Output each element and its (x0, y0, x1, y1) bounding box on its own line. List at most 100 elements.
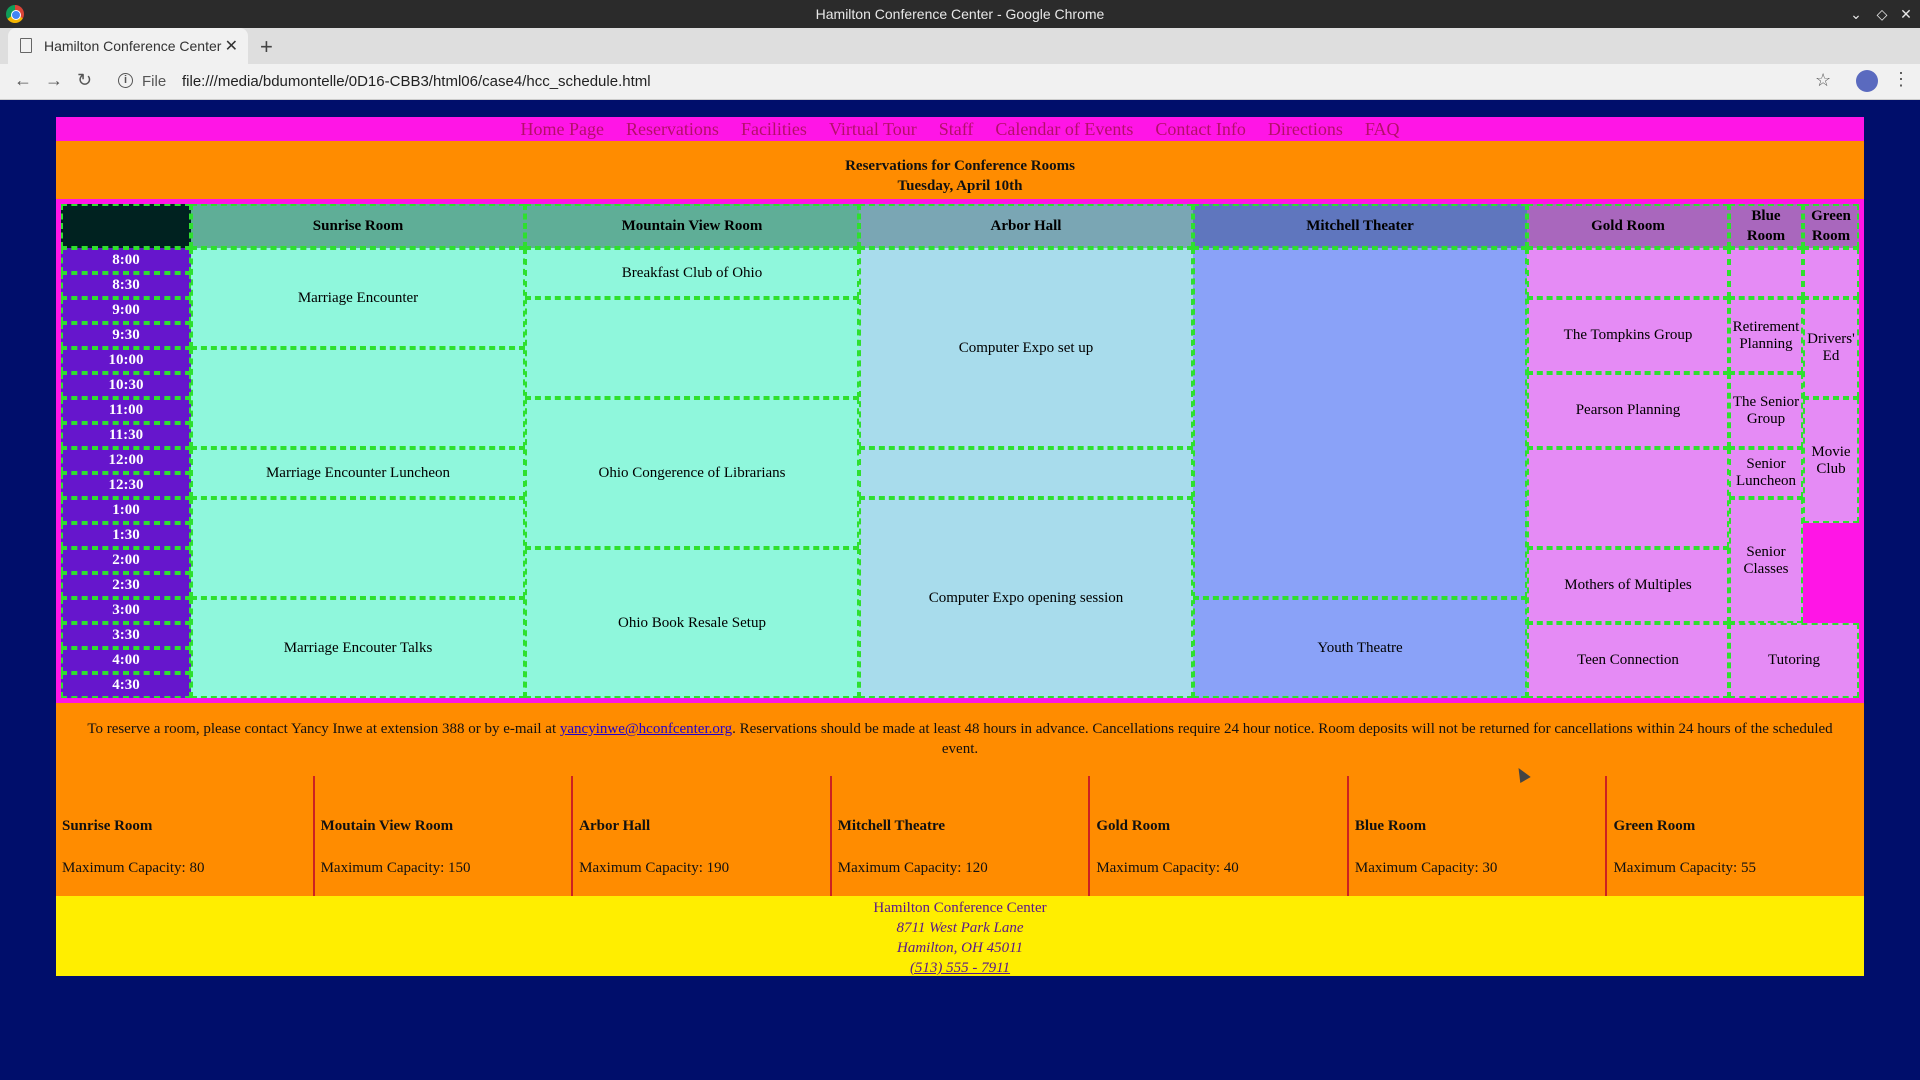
room-header-sunrise: Sunrise Room (191, 204, 525, 248)
time-slot: 1:30 (61, 523, 191, 548)
arbor-empty-slot (859, 448, 1193, 498)
capacity-sunrise: Sunrise Room Maximum Capacity: 80 (56, 776, 313, 896)
minimize-icon[interactable]: ⌄ (1846, 4, 1866, 24)
event-tompkins: The Tompkins Group (1527, 298, 1729, 373)
green-empty-slot (1803, 248, 1859, 298)
close-window-icon[interactable]: ✕ (1896, 4, 1916, 24)
event-teen-connection: Teen Connection (1527, 623, 1729, 698)
tab-strip: Hamilton Conference Center ✕ + (0, 28, 1920, 64)
sunrise-empty-block-2 (191, 498, 525, 598)
time-slot: 8:00 (61, 248, 191, 273)
capacity-gold: Gold Room Maximum Capacity: 40 (1088, 776, 1347, 896)
time-slot: 2:30 (61, 573, 191, 598)
time-slot: 11:00 (61, 398, 191, 423)
capacity-value: Maximum Capacity: 30 (1354, 860, 1498, 876)
event-librarians: Ohio Congerence of Librarians (525, 398, 859, 548)
window-titlebar: Hamilton Conference Center - Google Chro… (0, 0, 1920, 28)
gold-empty-block (1527, 448, 1729, 548)
menu-icon[interactable]: ⋮ (1892, 69, 1910, 90)
capacity-mountain: Moutain View Room Maximum Capacity: 150 (312, 776, 572, 896)
time-slot: 12:00 (61, 448, 191, 473)
room-header-gold: Gold Room (1527, 204, 1729, 248)
url-scheme: File (142, 73, 167, 90)
address-bar[interactable]: i File file:///media/bdumontelle/0D16-CB… (110, 68, 1830, 96)
url-text[interactable]: file:///media/bdumontelle/0D16-CBB3/html… (182, 73, 651, 90)
reload-icon[interactable]: ↻ (77, 70, 92, 91)
nav-faq[interactable]: FAQ (1365, 119, 1400, 139)
info-icon[interactable]: i (118, 73, 133, 88)
reservation-notice: To reserve a room, please contact Yancy … (56, 703, 1864, 776)
capacity-value: Maximum Capacity: 150 (320, 860, 471, 876)
notice-text-after: . Reservations should be made at least 4… (732, 721, 1833, 757)
browser-toolbar: ← → ↻ i File file:///media/bdumontelle/0… (0, 64, 1920, 100)
time-slot: 9:00 (61, 298, 191, 323)
capacity-room-name: Blue Room (1354, 818, 1427, 834)
capacity-blue: Blue Room Maximum Capacity: 30 (1346, 776, 1606, 896)
nav-reservations[interactable]: Reservations (626, 119, 719, 139)
nav-contact[interactable]: Contact Info (1155, 119, 1245, 139)
street-address: 8711 West Park Lane (896, 920, 1024, 936)
event-expo-setup: Computer Expo set up (859, 248, 1193, 448)
capacity-green: Green Room Maximum Capacity: 55 (1605, 776, 1864, 896)
city-address: Hamilton, OH 45011 (897, 940, 1023, 956)
nav-virtual-tour[interactable]: Virtual Tour (829, 119, 917, 139)
event-pearson: Pearson Planning (1527, 373, 1729, 448)
event-drivers-ed: Drivers' Ed (1803, 298, 1859, 398)
time-slot: 3:30 (61, 623, 191, 648)
bookmark-star-icon[interactable]: ☆ (1815, 70, 1831, 91)
capacity-room-name: Arbor Hall (579, 818, 651, 834)
phone-link[interactable]: (513) 555 - 7911 (910, 960, 1010, 976)
event-senior-luncheon: Senior Luncheon (1729, 448, 1803, 498)
nav-staff[interactable]: Staff (939, 119, 974, 139)
capacity-room-name: Green Room (1613, 818, 1696, 834)
browser-tab[interactable]: Hamilton Conference Center ✕ (8, 28, 248, 64)
time-slot: 4:00 (61, 648, 191, 673)
close-tab-icon[interactable]: ✕ (225, 36, 238, 56)
room-header-green: Green Room (1803, 204, 1859, 248)
nav-home[interactable]: Home Page (520, 119, 603, 139)
time-slot: 1:00 (61, 498, 191, 523)
capacity-mitchell: Mitchell Theatre Maximum Capacity: 120 (829, 776, 1089, 896)
event-movie-club: Movie Club (1803, 398, 1859, 523)
time-slot: 10:00 (61, 348, 191, 373)
time-slot: 8:30 (61, 273, 191, 298)
schedule-header: Reservations for Conference Rooms Tuesda… (56, 141, 1864, 199)
back-icon[interactable]: ← (14, 70, 32, 91)
forward-icon[interactable]: → (45, 70, 63, 91)
time-slot: 9:30 (61, 323, 191, 348)
new-tab-icon[interactable]: + (260, 34, 273, 60)
room-header-arbor: Arbor Hall (859, 204, 1193, 248)
event-breakfast-club: Breakfast Club of Ohio (525, 248, 859, 298)
maximize-icon[interactable]: ◇ (1872, 4, 1892, 24)
room-header-blue: Blue Room (1729, 204, 1803, 248)
mitchell-empty-block (1193, 248, 1527, 598)
event-marriage-talks: Marriage Encouter Talks (191, 598, 525, 698)
event-senior-group: The Senior Group (1729, 373, 1803, 448)
time-slot: 3:00 (61, 598, 191, 623)
nav-calendar[interactable]: Calendar of Events (995, 119, 1133, 139)
capacity-room-name: Gold Room (1096, 818, 1171, 834)
document-icon (20, 38, 32, 53)
site-nav: Home Page Reservations Facilities Virtual T… (56, 117, 1864, 141)
notice-text-before: To reserve a room, please contact Yancy … (87, 721, 560, 737)
room-header-mountain: Mountain View Room (525, 204, 859, 248)
address-footer: Hamilton Conference Center 8711 West Par… (56, 896, 1864, 976)
nav-directions[interactable]: Directions (1268, 119, 1343, 139)
time-slot: 4:30 (61, 673, 191, 698)
capacity-room-name: Moutain View Room (320, 818, 454, 834)
event-marriage-luncheon: Marriage Encounter Luncheon (191, 448, 525, 498)
time-slot: 12:30 (61, 473, 191, 498)
event-retirement: Retirement Planning (1729, 298, 1803, 373)
capacity-room-name: Sunrise Room (62, 818, 153, 834)
sunrise-empty-block (191, 348, 525, 448)
capacity-value: Maximum Capacity: 80 (62, 860, 205, 876)
nav-facilities[interactable]: Facilities (741, 119, 807, 139)
window-title: Hamilton Conference Center - Google Chro… (815, 6, 1105, 22)
email-link[interactable]: yancyinwe@hconfcenter.org (560, 721, 732, 737)
profile-avatar[interactable] (1856, 70, 1878, 92)
event-marriage-encounter: Marriage Encounter (191, 248, 525, 348)
center-name: Hamilton Conference Center (873, 900, 1047, 916)
capacity-value: Maximum Capacity: 40 (1096, 860, 1239, 876)
capacity-section: Sunrise Room Maximum Capacity: 80 Moutain… (56, 776, 1864, 896)
event-book-resale: Ohio Book Resale Setup (525, 548, 859, 698)
